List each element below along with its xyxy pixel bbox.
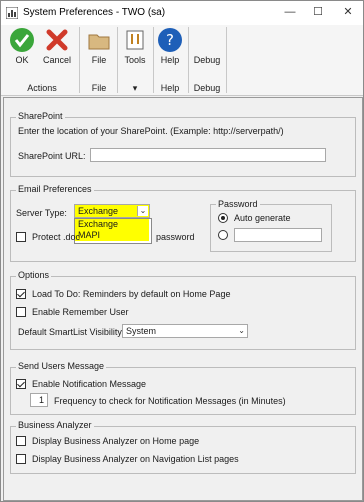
file-label: File <box>91 55 107 65</box>
debug-group-label: Debug <box>193 83 221 93</box>
load-todo-checkbox[interactable] <box>16 289 26 299</box>
option-exchange[interactable]: Exchange <box>75 219 149 230</box>
email-preferences-legend: Email Preferences <box>16 184 94 194</box>
tools-group-arrow[interactable]: ▾ <box>121 83 149 94</box>
debug-button[interactable]: Debug <box>191 55 223 65</box>
ok-label: OK <box>15 55 29 65</box>
server-type-dropdown[interactable]: Exchange ⌄ <box>74 204 150 218</box>
load-todo-label: Load To Do: Reminders by default on Home… <box>32 289 231 299</box>
debug-label: Debug <box>193 55 221 65</box>
option-mapi[interactable]: MAPI <box>75 230 149 241</box>
sharepoint-legend: SharePoint <box>16 111 65 121</box>
protect-doc-label-end: password <box>156 232 195 242</box>
sharepoint-url-input[interactable] <box>90 148 326 162</box>
business-analyzer-legend: Business Analyzer <box>16 420 94 430</box>
window-title: System Preferences - TWO (sa) <box>23 7 166 18</box>
ribbon: OK Cancel Actions File File Tools ▾ ? He… <box>1 25 363 96</box>
minimize-button[interactable]: — <box>279 3 301 21</box>
ok-button[interactable]: OK <box>7 27 37 65</box>
file-button[interactable]: File <box>85 27 113 65</box>
password-legend: Password <box>216 199 260 209</box>
checkmark-icon <box>10 28 34 52</box>
server-type-options-list: Exchange MAPI <box>74 218 152 244</box>
file-group-label: File <box>91 83 107 93</box>
options-legend: Options <box>16 270 52 280</box>
ba-nav-list-checkbox[interactable] <box>16 454 26 464</box>
protect-doc-label-start: Protect .doc <box>32 232 81 242</box>
smartlist-visibility-label: Default SmartList Visibility: <box>18 327 125 337</box>
folder-icon <box>88 34 110 50</box>
auto-generate-label: Auto generate <box>234 213 291 223</box>
preferences-content: SharePoint Enter the location of your Sh… <box>3 97 363 501</box>
protect-doc-checkbox[interactable] <box>16 232 26 242</box>
cancel-label: Cancel <box>42 55 71 65</box>
tools-button[interactable]: Tools <box>121 27 149 65</box>
ba-home-page-label: Display Business Analyzer on Home page <box>32 436 200 446</box>
tools-icon <box>126 30 144 50</box>
auto-generate-radio[interactable] <box>218 213 228 223</box>
ribbon-separator <box>226 27 227 93</box>
help-group-label: Help <box>160 83 180 93</box>
tools-label: Tools <box>124 55 146 65</box>
chevron-down-icon[interactable]: ⌄ <box>137 206 148 216</box>
send-users-message-section <box>10 367 356 415</box>
frequency-label: Frequency to check for Notification Mess… <box>54 396 286 406</box>
actions-group-label: Actions <box>27 83 57 93</box>
sharepoint-instruction: Enter the location of your SharePoint. (… <box>18 126 284 136</box>
business-analyzer-section <box>10 426 356 474</box>
frequency-input[interactable]: 1 <box>30 393 48 407</box>
close-button[interactable]: ✕ <box>337 3 359 21</box>
smartlist-visibility-dropdown[interactable]: System ⌄ <box>122 324 248 338</box>
enable-notification-checkbox[interactable] <box>16 379 26 389</box>
help-icon: ? <box>158 28 182 52</box>
x-icon <box>46 29 68 51</box>
smartlist-visibility-value: System <box>126 326 157 336</box>
title-bar: System Preferences - TWO (sa) — ☐ ✕ <box>1 1 363 25</box>
server-type-value: Exchange <box>78 206 119 216</box>
ribbon-separator <box>153 27 154 93</box>
help-label: Help <box>160 55 180 65</box>
remember-user-checkbox[interactable] <box>16 307 26 317</box>
custom-password-radio[interactable] <box>218 230 228 240</box>
send-users-message-legend: Send Users Message <box>16 361 107 371</box>
ribbon-separator <box>117 27 118 93</box>
enable-notification-label: Enable Notification Message <box>32 379 147 389</box>
ribbon-separator <box>188 27 189 93</box>
ba-home-page-checkbox[interactable] <box>16 436 26 446</box>
password-input[interactable] <box>234 228 322 242</box>
maximize-button[interactable]: ☐ <box>307 3 329 21</box>
cancel-button[interactable]: Cancel <box>41 27 73 65</box>
svg-text:?: ? <box>166 31 174 49</box>
help-button[interactable]: ? Help <box>156 27 184 65</box>
system-preferences-window: System Preferences - TWO (sa) — ☐ ✕ OK C… <box>0 0 364 502</box>
ribbon-separator <box>79 27 80 93</box>
remember-user-label: Enable Remember User <box>32 307 129 317</box>
sharepoint-url-label: SharePoint URL: <box>18 151 86 161</box>
chevron-down-icon[interactable]: ⌄ <box>238 326 245 335</box>
ba-nav-list-label: Display Business Analyzer on Navigation … <box>32 454 239 464</box>
server-type-label: Server Type: <box>16 208 67 218</box>
app-icon <box>5 6 19 20</box>
